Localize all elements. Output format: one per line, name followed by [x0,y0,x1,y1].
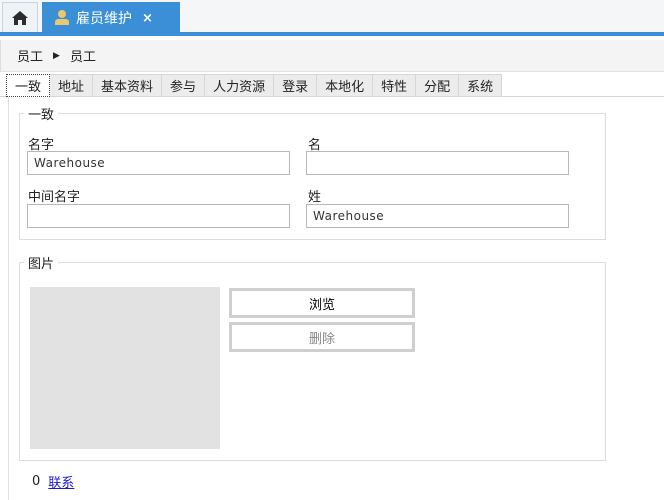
tab-system[interactable]: 系统 [459,74,503,97]
tab-localization[interactable]: 本地化 [317,74,374,97]
browse-button[interactable]: 浏览 [229,288,415,318]
tab-general[interactable]: 一致 [6,74,51,97]
picture-group-legend: 图片 [28,257,55,272]
user-icon [54,10,70,26]
window-tab-bar: 雇员维护 × [0,0,664,36]
photo-placeholder [30,287,220,449]
employee-maintenance-tab[interactable]: 雇员维护 × [42,2,180,34]
breadcrumb-separator-icon: ▶ [53,50,60,61]
contact-count: 0 [32,474,41,489]
section-tabs: 一致 地址 基本资料 参与 人力资源 登录 本地化 特性 分配 系统 [6,74,503,97]
breadcrumb: 员工 ▶ 员工 [0,40,664,72]
tab-address[interactable]: 地址 [50,74,94,97]
last-name-label: 姓 [308,190,322,205]
breadcrumb-item[interactable]: 员工 [17,46,43,65]
tab-login[interactable]: 登录 [274,74,318,97]
tab-human-resources[interactable]: 人力资源 [205,74,275,97]
first-name-input[interactable] [27,151,290,175]
middle-name-input[interactable] [27,204,290,228]
middle-name-label: 中间名字 [28,190,81,205]
given-name-input[interactable] [306,151,569,175]
contact-link[interactable]: 联系 [48,472,74,491]
breadcrumb-item: 员工 [69,50,96,65]
home-tab[interactable] [2,2,38,32]
home-icon [12,10,28,25]
footer: 0 联系 [32,472,74,491]
tab-basic-info[interactable]: 基本资料 [93,74,163,97]
delete-button[interactable]: 删除 [229,322,415,352]
tab-participation[interactable]: 参与 [162,74,206,97]
tab-title: 雇员维护 [76,11,132,27]
close-icon[interactable]: × [142,11,153,26]
tab-assignment[interactable]: 分配 [416,74,460,97]
tab-properties[interactable]: 特性 [373,74,417,97]
last-name-input[interactable] [306,204,569,228]
general-group-legend: 一致 [28,108,55,123]
